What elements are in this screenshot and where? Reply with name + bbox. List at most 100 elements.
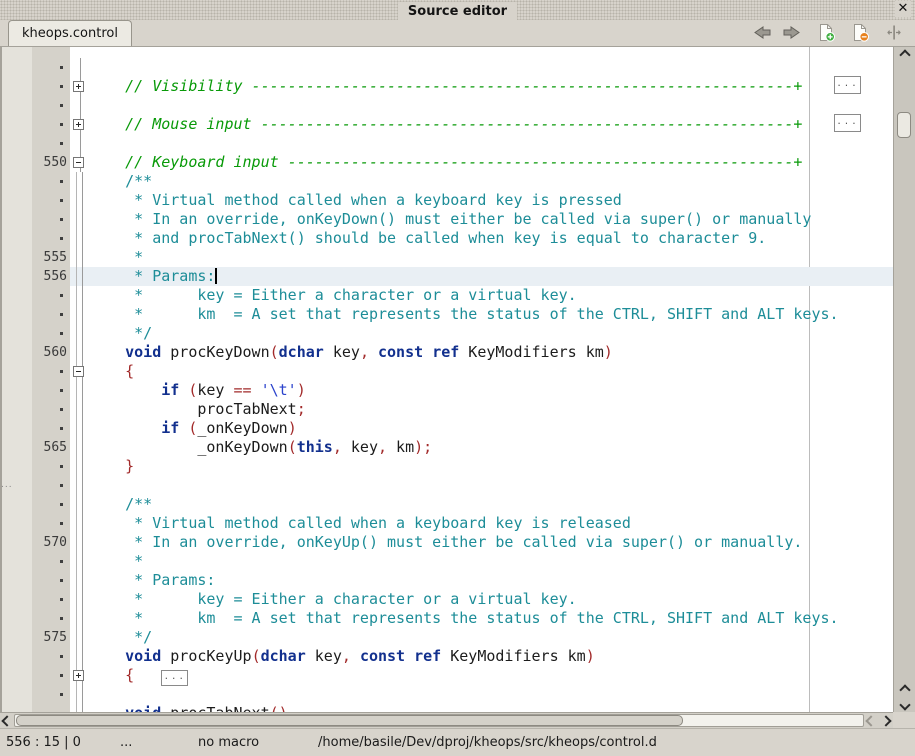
code-editor[interactable]: // Visibility --------------------------… (0, 47, 893, 712)
horizontal-scrollbar-thumb[interactable] (16, 715, 683, 726)
code-line[interactable]: ... (0, 476, 893, 495)
code-text[interactable]: { ... (89, 666, 893, 685)
code-text[interactable]: { (89, 362, 893, 381)
fold-expand-marker[interactable] (73, 119, 84, 130)
fold-gutter-cell (70, 362, 89, 381)
code-line[interactable]: // Mouse input -------------------------… (0, 115, 893, 134)
code-text[interactable]: if (key == '\t') (89, 381, 893, 400)
code-text[interactable] (89, 58, 893, 77)
vertical-scrollbar[interactable] (893, 47, 915, 712)
code-line[interactable]: 565 _onKeyDown(this, key, km); (0, 438, 893, 457)
scroll-right-button[interactable] (879, 713, 893, 728)
close-document-button[interactable] (849, 24, 871, 44)
scroll-left-button[interactable] (0, 713, 14, 728)
code-text[interactable]: * (89, 248, 893, 267)
gutter-dot (60, 579, 63, 582)
code-text[interactable]: * and procTabNext() should be called whe… (89, 229, 893, 248)
code-text[interactable]: */ (89, 628, 893, 647)
code-line[interactable] (0, 685, 893, 704)
code-line[interactable]: 550 // Keyboard input ------------------… (0, 153, 893, 172)
vertical-scrollbar-thumb[interactable] (897, 112, 911, 138)
code-line[interactable] (0, 96, 893, 115)
code-line[interactable]: { ... (0, 666, 893, 685)
code-line[interactable]: 560 void procKeyDown(dchar key, const re… (0, 343, 893, 362)
code-line[interactable] (0, 58, 893, 77)
code-text[interactable]: * In an override, onKeyDown() must eithe… (89, 210, 893, 229)
code-line[interactable]: 575 */ (0, 628, 893, 647)
code-text[interactable]: void procKeyDown(dchar key, const ref Ke… (89, 343, 893, 362)
gutter-dot (60, 142, 63, 145)
code-text[interactable]: if (_onKeyDown) (89, 419, 893, 438)
code-text[interactable]: * (89, 552, 893, 571)
code-line[interactable]: * km = A set that represents the status … (0, 305, 893, 324)
code-text[interactable]: void procTabNext() (89, 704, 893, 712)
code-text[interactable]: * Virtual method called when a keyboard … (89, 191, 893, 210)
code-line[interactable]: void procTabNext() (0, 704, 893, 712)
code-text[interactable]: * key = Either a character or a virtual … (89, 286, 893, 305)
code-line[interactable]: } (0, 457, 893, 476)
code-text[interactable]: * In an override, onKeyUp() must either … (89, 533, 893, 552)
code-line[interactable]: /** (0, 172, 893, 191)
scroll-up-button[interactable] (894, 47, 915, 62)
title-bar[interactable]: Source editor ✕ (0, 0, 915, 20)
new-document-button[interactable] (815, 24, 837, 44)
code-text[interactable] (89, 134, 893, 153)
code-text[interactable]: * Virtual method called when a keyboard … (89, 514, 893, 533)
code-line[interactable]: * key = Either a character or a virtual … (0, 286, 893, 305)
code-line[interactable]: * In an override, onKeyDown() must eithe… (0, 210, 893, 229)
code-line[interactable]: { (0, 362, 893, 381)
code-text[interactable] (89, 685, 893, 704)
collapsed-fold-box[interactable]: ... (161, 670, 188, 686)
fold-expand-marker[interactable] (73, 81, 84, 92)
code-line[interactable]: * Virtual method called when a keyboard … (0, 191, 893, 210)
code-line[interactable]: * (0, 552, 893, 571)
code-text[interactable]: * km = A set that represents the status … (89, 305, 893, 324)
code-line[interactable]: * Params: (0, 571, 893, 590)
collapsed-fold-box[interactable]: ... (834, 114, 861, 132)
scroll-down-button[interactable] (894, 697, 915, 712)
code-line[interactable]: 556 * Params: (0, 267, 893, 286)
code-text[interactable]: procTabNext; (89, 400, 893, 419)
code-line[interactable]: /** (0, 495, 893, 514)
detach-editor-button[interactable] (883, 24, 905, 44)
scroll-up-button-bottom[interactable] (894, 682, 915, 697)
code-text[interactable]: * Params: (89, 571, 893, 590)
fold-collapse-marker[interactable] (73, 157, 84, 168)
code-text[interactable]: // Keyboard input ----------------------… (89, 153, 893, 172)
tab-kheops-control[interactable]: kheops.control (8, 20, 132, 46)
code-text[interactable]: // Visibility --------------------------… (89, 77, 893, 96)
code-line[interactable]: * key = Either a character or a virtual … (0, 590, 893, 609)
code-text[interactable]: * Params: (89, 267, 893, 286)
code-text[interactable]: // Mouse input -------------------------… (89, 115, 893, 134)
horizontal-scrollbar[interactable] (0, 712, 893, 728)
code-line[interactable]: // Visibility --------------------------… (0, 77, 893, 96)
code-line[interactable] (0, 134, 893, 153)
code-text[interactable]: * key = Either a character or a virtual … (89, 590, 893, 609)
code-line[interactable]: * Virtual method called when a keyboard … (0, 514, 893, 533)
scroll-left-button-right[interactable] (864, 713, 878, 728)
code-line[interactable]: * and procTabNext() should be called whe… (0, 229, 893, 248)
code-line[interactable]: 570 * In an override, onKeyUp() must eit… (0, 533, 893, 552)
code-line[interactable]: * km = A set that represents the status … (0, 609, 893, 628)
code-line[interactable]: if (_onKeyDown) (0, 419, 893, 438)
code-text[interactable]: */ (89, 324, 893, 343)
fold-collapse-marker[interactable] (73, 366, 84, 377)
code-line[interactable]: 555 * (0, 248, 893, 267)
code-text[interactable]: } (89, 457, 893, 476)
code-text[interactable]: /** (89, 495, 893, 514)
collapsed-fold-box[interactable]: ... (834, 76, 861, 94)
code-text[interactable]: void procKeyUp(dchar key, const ref KeyM… (89, 647, 893, 666)
code-text[interactable] (89, 96, 893, 115)
code-text[interactable]: * km = A set that represents the status … (89, 609, 893, 628)
go-forward-button[interactable] (781, 24, 803, 44)
code-text[interactable]: _onKeyDown(this, key, km); (89, 438, 893, 457)
code-text[interactable] (89, 476, 893, 495)
close-icon[interactable]: ✕ (895, 1, 911, 17)
code-line[interactable]: procTabNext; (0, 400, 893, 419)
code-text[interactable]: /** (89, 172, 893, 191)
code-line[interactable]: void procKeyUp(dchar key, const ref KeyM… (0, 647, 893, 666)
code-line[interactable]: */ (0, 324, 893, 343)
fold-expand-marker[interactable] (73, 670, 84, 681)
go-back-button[interactable] (751, 24, 773, 44)
code-line[interactable]: if (key == '\t') (0, 381, 893, 400)
